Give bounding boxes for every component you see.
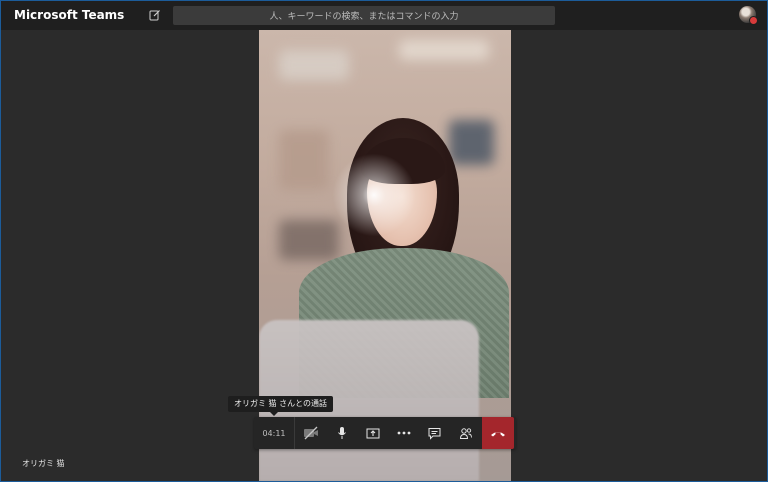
call-controls-bar: 04:11: [254, 417, 516, 449]
participants-icon: [459, 427, 472, 439]
share-screen-button[interactable]: [357, 417, 388, 449]
microphone-button[interactable]: [326, 417, 357, 449]
camera-toggle-button[interactable]: [295, 417, 326, 449]
lens-flare: [329, 150, 419, 240]
camera-off-icon: [303, 426, 318, 440]
more-options-icon: [397, 431, 410, 435]
hang-up-icon: [491, 432, 505, 437]
teams-window: Microsoft Teams 人、キーワードの検索、またはコマンドの入力 オリ…: [0, 0, 768, 482]
search-input[interactable]: 人、キーワードの検索、またはコマンドの入力: [173, 6, 555, 25]
app-title: Microsoft Teams: [14, 8, 125, 22]
more-options-button[interactable]: [388, 417, 419, 449]
new-chat-button[interactable]: [147, 7, 163, 23]
presence-busy-icon: [749, 16, 758, 25]
compose-icon: [149, 10, 160, 21]
chat-button[interactable]: [419, 417, 450, 449]
titlebar: Microsoft Teams 人、キーワードの検索、またはコマンドの入力: [1, 1, 767, 30]
search-placeholder: 人、キーワードの検索、またはコマンドの入力: [269, 12, 459, 22]
call-stage: オリガミ 猫 さんとの通話 04:11 オリガミ 猫: [1, 30, 767, 481]
participant-name-label: オリガミ 猫: [22, 459, 65, 468]
participants-button[interactable]: [450, 417, 481, 449]
share-screen-icon: [366, 428, 379, 438]
avatar[interactable]: [739, 6, 758, 25]
hang-up-button[interactable]: [482, 417, 514, 449]
chat-icon: [428, 427, 441, 440]
remote-video: [259, 30, 511, 481]
microphone-icon: [337, 427, 346, 439]
call-timer: 04:11: [262, 428, 286, 438]
call-tooltip: オリガミ 猫 さんとの通話: [228, 396, 334, 416]
